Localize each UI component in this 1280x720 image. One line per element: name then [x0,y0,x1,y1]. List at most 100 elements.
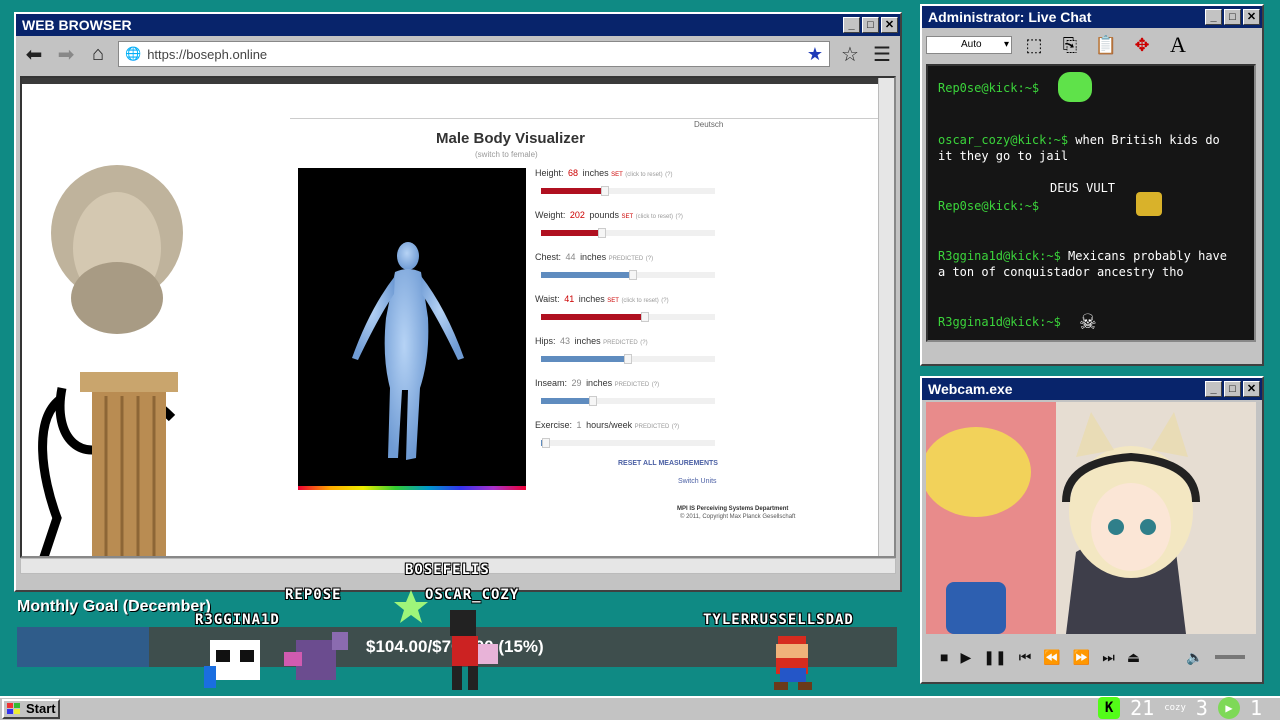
stop-icon[interactable]: ■ [940,649,948,665]
emote-icon [1058,72,1092,102]
character-sprite [450,610,498,690]
goal-label: Monthly Goal (December) [17,598,211,615]
goal-progress-fill [17,627,149,667]
browser-titlebar[interactable]: WEB BROWSER _ □ ✕ [16,14,900,36]
system-tray: K 21 cozy 3 ▶ 1 [1098,696,1262,720]
slider-track[interactable] [541,312,715,322]
back-arrow-icon[interactable]: ⬅ [22,42,46,67]
close-button[interactable]: ✕ [1243,381,1260,397]
globe-icon: 🌐 [125,46,142,61]
menu-icon[interactable]: ☰ [870,42,894,67]
slider-row: Chest: 44 inches PREDICTED (?) [535,252,725,294]
close-button[interactable]: ✕ [881,17,898,33]
chat-message: oscar_cozy@kick:~$ when British kids do … [938,133,1220,163]
page-viewport: Deutsch Male Body Visualizer (switch to … [20,76,896,558]
viewer-name: REP0SE [285,587,342,603]
browser-title: WEB BROWSER [22,17,132,33]
viewer-name: R3GGINA1D [195,612,280,628]
panda-sprite [204,640,260,688]
minimize-button[interactable]: _ [1205,9,1222,25]
rumble-play-icon: ▶ [1217,697,1240,719]
browser-toolbar: ⬅ ➡ ⌂ 🌐 https://boseph.online ★ ☆ ☰ [16,36,900,72]
eject-icon[interactable]: ⏏ [1127,649,1140,666]
model-color-strip [298,486,526,490]
play-icon[interactable]: ▶ [960,649,971,666]
marcus-aurelius-statue [38,165,183,556]
body-model-view[interactable] [298,168,526,490]
viewer-name: BOSEFELIS [405,562,490,578]
slider-track[interactable] [541,186,715,196]
slider-track[interactable] [541,270,715,280]
cozy-count: 3 [1195,696,1208,720]
chat-log[interactable]: Rep0se@kick:~$ oscar_cozy@kick:~$ when B… [926,64,1256,342]
minimize-button[interactable]: _ [1205,381,1222,397]
address-bar[interactable]: 🌐 https://boseph.online ★ [118,41,830,67]
viewer-name: OSCAR_COZY [425,587,520,603]
anime-avatar [926,402,1256,634]
favorites-icon[interactable]: ☆ [838,42,862,67]
slider-row: Height: 68 inches SET (click to reset) (… [535,168,725,210]
minimize-button[interactable]: _ [843,17,860,33]
kick-logo-icon: K [1098,697,1121,719]
maximize-button[interactable]: □ [862,17,879,33]
dragon-sprite [284,632,348,680]
slider-track[interactable] [541,396,715,406]
move-icon[interactable]: ✥ [1128,31,1156,59]
fast-forward-icon[interactable]: ⏩ [1073,649,1090,666]
mario-sprite [774,636,812,690]
footer-org: MPI IS Perceiving Systems Department [677,506,789,512]
slider-track[interactable] [541,438,715,448]
skip-forward-icon[interactable]: ⏭ [1102,649,1115,666]
volume-icon[interactable]: 🔈 [1186,649,1203,666]
size-dropdown[interactable]: Auto [926,36,1012,54]
media-controls: ■ ▶ ❚❚ ⏮ ⏪ ⏩ ⏭ ⏏ 🔈 [926,640,1256,674]
maximize-button[interactable]: □ [1224,381,1241,397]
chat-toolbar: Auto ⬚ ⎘ 📋 ✥ A [922,28,1262,62]
chat-message: R3ggina1d@kick:~$ Mexicans probably have… [938,249,1227,279]
close-button[interactable]: ✕ [1243,9,1260,25]
chat-titlebar[interactable]: Administrator: Live Chat _ □ ✕ [922,6,1262,28]
webcam-titlebar[interactable]: Webcam.exe _ □ ✕ [922,378,1262,400]
browser-window: WEB BROWSER _ □ ✕ ⬅ ➡ ⌂ 🌐 https://boseph… [14,12,902,592]
chat-message: Rep0se@kick:~$ [938,199,1040,213]
taskbar: Start K 21 cozy 3 ▶ 1 [0,696,1280,720]
rewind-icon[interactable]: ⏪ [1043,649,1060,666]
vertical-scrollbar[interactable] [878,78,894,556]
skip-back-icon[interactable]: ⏮ [1019,649,1032,666]
webcam-window: Webcam.exe _ □ ✕ ■ ▶ ❚❚ ⏮ ⏪ ⏩ ⏭ ⏏ 🔈 [920,376,1264,684]
paste-icon[interactable]: 📋 [1092,31,1120,59]
body-model-icon [352,242,464,460]
bookmark-star-icon[interactable]: ★ [807,44,823,65]
volume-slider[interactable] [1215,655,1246,659]
slider-track[interactable] [541,228,715,238]
slider-row: Inseam: 29 inches PREDICTED (?) [535,378,725,420]
select-icon[interactable]: ⬚ [1020,31,1048,59]
start-button[interactable]: Start [2,699,60,719]
skull-icon: ☠ [1080,306,1096,336]
font-icon[interactable]: A [1164,31,1192,59]
slider-row: Weight: 202 pounds SET (click to reset) … [535,210,725,252]
footer-copyright: © 2011, Copyright Max Planck Gesellschaf… [680,514,796,520]
viewer-count: 21 [1130,696,1155,720]
rumble-count: 1 [1249,696,1262,720]
windows-logo-icon [7,703,20,714]
switch-gender-link[interactable]: (switch to female) [475,150,538,159]
deutsch-link[interactable]: Deutsch [694,120,723,129]
pause-icon[interactable]: ❚❚ [983,649,1006,666]
slider-track[interactable] [541,354,715,364]
slider-row: Waist: 41 inches SET (click to reset) (?… [535,294,725,336]
reset-all-link[interactable]: RESET ALL MEASUREMENTS [618,460,718,467]
maximize-button[interactable]: □ [1224,9,1241,25]
page-top-bar [22,78,882,84]
copy-icon[interactable]: ⎘ [1056,31,1084,59]
forward-arrow-icon[interactable]: ➡ [54,42,78,67]
url-text: https://boseph.online [147,46,268,62]
webcam-feed [926,402,1256,634]
home-icon[interactable]: ⌂ [86,43,110,66]
slider-row: Exercise: 1 hours/week PREDICTED (?) [535,420,725,462]
emote-icon [1136,192,1162,216]
switch-units-link[interactable]: Switch Units [678,478,717,485]
chat-window: Administrator: Live Chat _ □ ✕ Auto ⬚ ⎘ … [920,4,1264,366]
webcam-title: Webcam.exe [928,381,1013,397]
page-title: Male Body Visualizer [436,130,585,147]
